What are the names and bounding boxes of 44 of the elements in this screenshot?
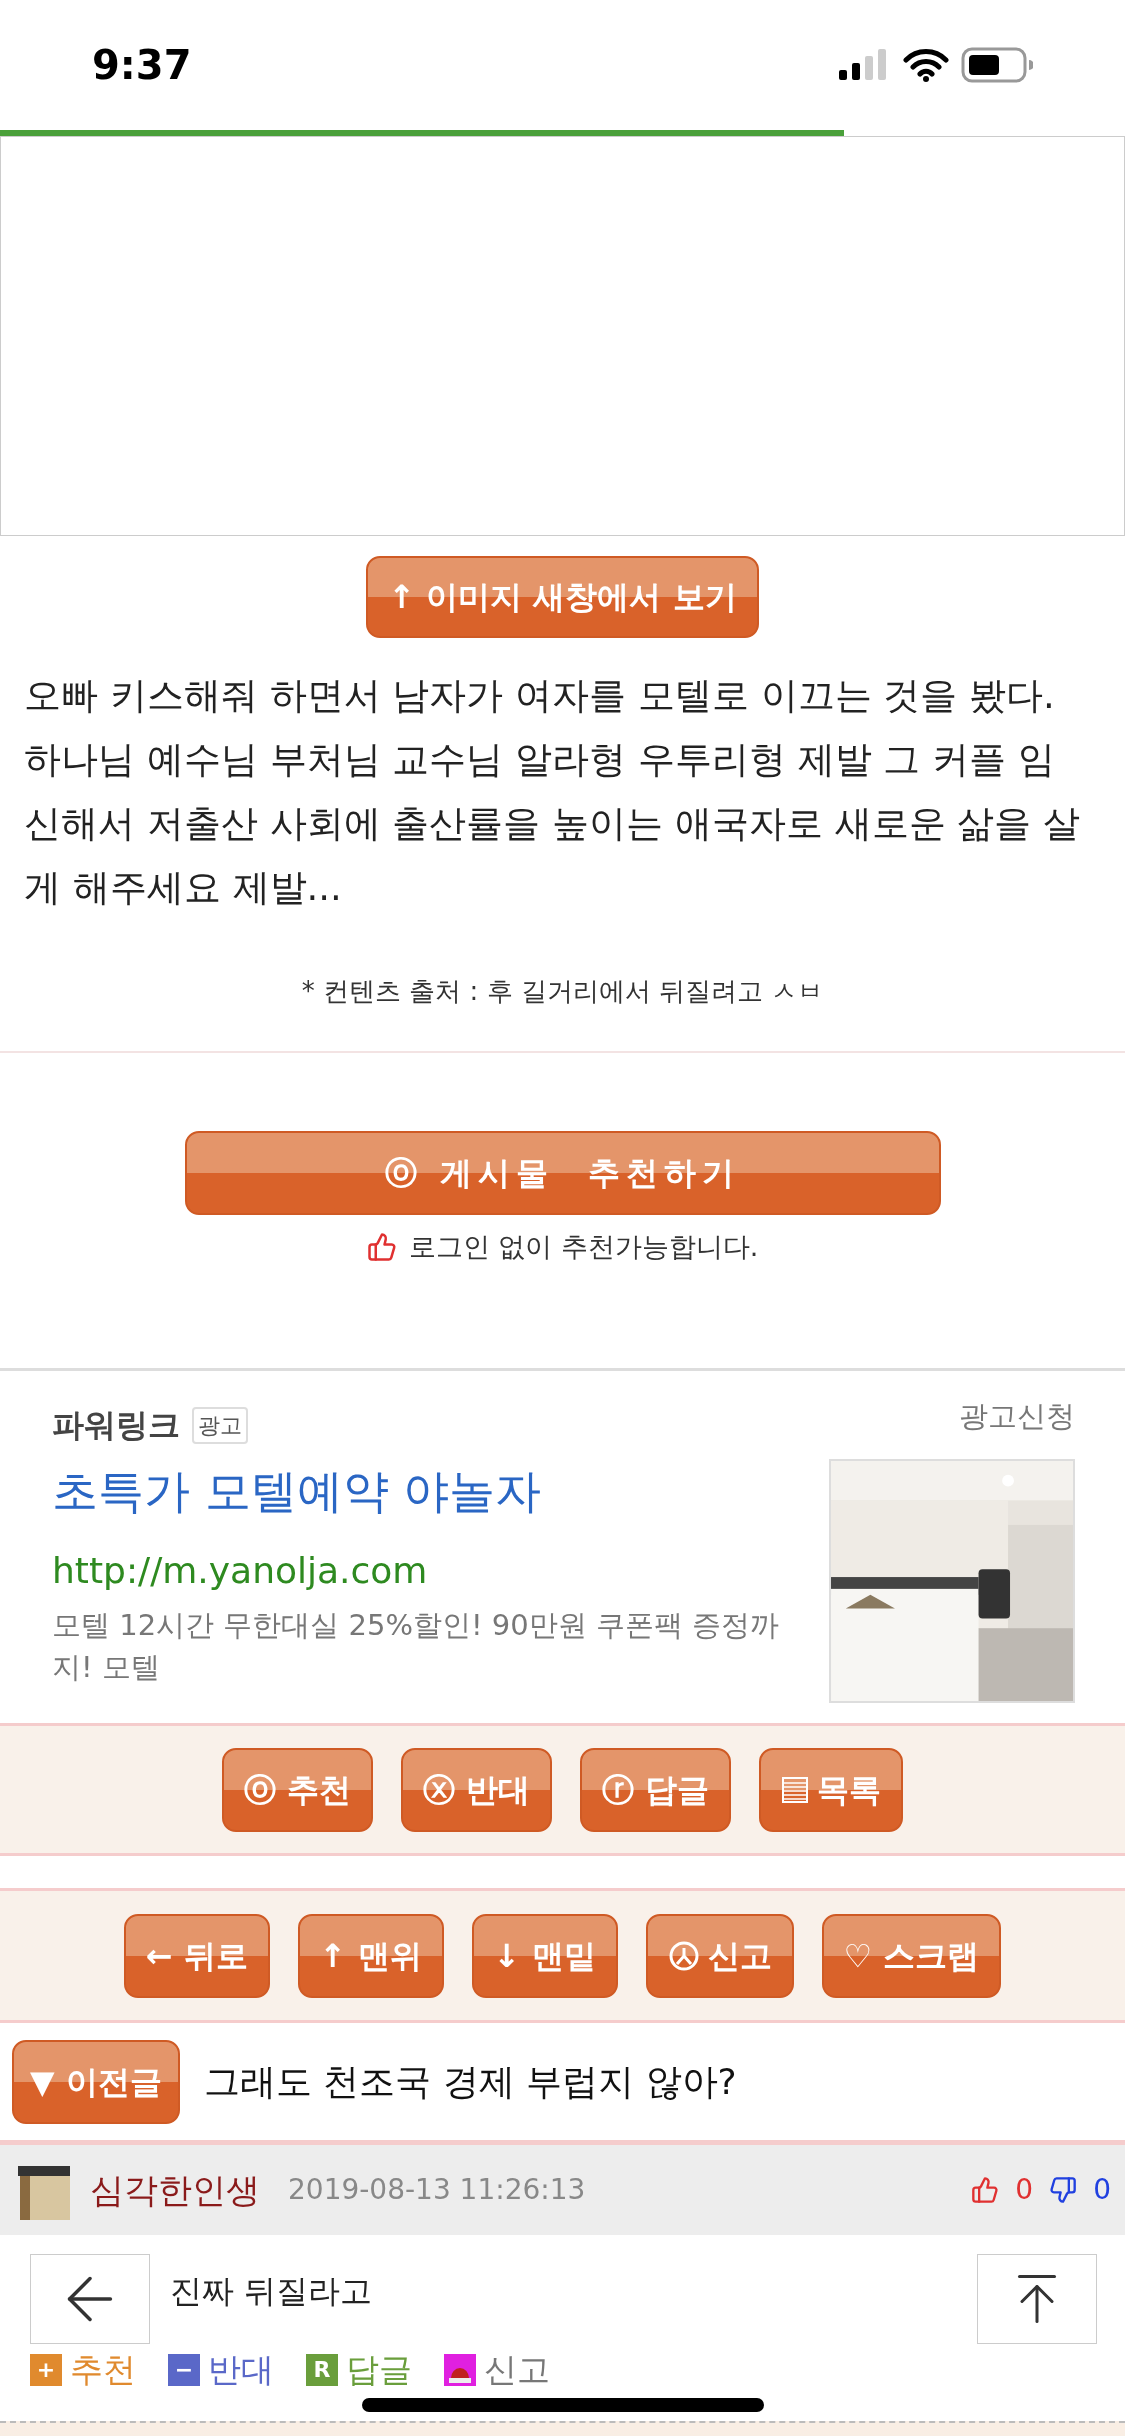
comment-action-link[interactable]: + 추천 [30,2345,136,2395]
action-badge-icon: − [168,2353,200,2386]
previous-post-button[interactable]: ▼ 이전글 [12,2039,180,2124]
ad-badge: 광고 [192,1406,248,1444]
vote-bar-button[interactable]: ⓞ 추천 [221,1747,373,1832]
scroll-top-button[interactable] [977,2254,1097,2344]
previous-post-title[interactable]: 그래도 천조국 경제 부럽지 않아? [203,2054,737,2109]
thumbs-down-icon [1049,2176,1078,2204]
comment-action-link[interactable]: R 답글 [306,2345,412,2395]
back-button[interactable] [30,2254,150,2344]
ad-apply-link[interactable]: 광고신청 [959,1395,1075,1439]
login-note: 로그인 없이 추천가능합니다. [408,1230,759,1264]
recommend-post-button[interactable]: ⓞ 게시물 추천하기 [184,1131,941,1215]
post-body: 오빠 키스해줘 하면서 남자가 여자를 모텔로 이끄는 것을 봤다. 하나님 예수님 부처님 교수님 알라형 우투리형 제발 그 커플 임신해서 저출산 사회에 출산률을 높이는 애국자로 새로운 삶을 살게 해주세요 제발... [23,673,1082,911]
comment-action-link[interactable]: − 반대 [168,2345,274,2395]
action-badge-icon: + [30,2353,62,2386]
vote-bar-button[interactable]: ⓡ 답글 [580,1747,732,1832]
vote-bar-button[interactable]: ⓧ 반대 [400,1747,553,1832]
dislike-count: 0 [1093,2172,1111,2208]
nav-bar-button[interactable]: ↑ 맨위 [297,1913,444,1998]
person-circle-icon [667,1939,700,1972]
comment-date: 2019-08-13 11:26:13 [288,2172,586,2208]
ad-title-link[interactable]: 초특가 모텔예약 야놀자 [52,1457,809,1526]
thumbs-up-icon [971,2176,1000,2204]
nav-bar-button[interactable]: ↓ 맨밑 [471,1913,618,1998]
vote-bar-button[interactable]: 목록 [759,1747,904,1832]
like-count: 0 [1015,2172,1034,2208]
content-source: * 컨텐츠 출처 : 후 길거리에서 뒤질려고 ㅅㅂ [300,975,825,1008]
comment-author: 심각한인생 [90,2168,260,2212]
ad-description: 모텔 12시간 무한대실 25%할인! 90만원 쿠폰팩 증정까지! 모텔 [52,1607,781,1686]
comment-action-link[interactable]: 신고 [444,2345,550,2395]
thumbs-up-icon [366,1232,397,1263]
nav-bar-button[interactable]: ← 뒤로 [123,1913,270,1998]
status-time: 9:37 [92,41,192,90]
nav-bar-button[interactable]: 신고 [645,1913,794,1998]
battery-icon [961,47,1033,83]
wifi-icon [903,48,949,82]
open-image-button[interactable]: ↑ 이미지 새창에서 보기 [366,556,759,638]
comment-text: 진짜 뒤질라고 [170,2271,373,2312]
ad-url-link[interactable]: http://m.yanolja.com [52,1544,809,1598]
action-badge-icon: R [306,2353,338,2386]
list-icon [781,1775,810,1804]
ad-label: 파워링크 [52,1405,180,1446]
nav-bar-button[interactable]: ♡ 스크랩 [821,1913,1002,1998]
